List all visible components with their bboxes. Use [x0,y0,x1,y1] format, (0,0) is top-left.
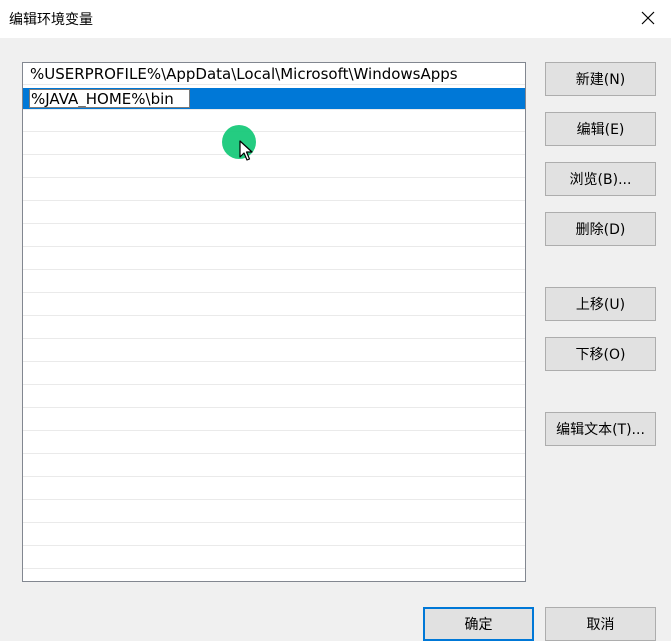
list-item[interactable] [23,248,525,270]
mouse-pointer-icon [239,140,253,161]
list-item[interactable] [23,179,525,201]
list-item[interactable] [23,110,525,132]
list-item[interactable] [23,225,525,247]
path-list[interactable]: %USERPROFILE%\AppData\Local\Microsoft\Wi… [22,62,526,582]
list-item[interactable] [23,478,525,500]
list-item[interactable] [23,340,525,362]
browse-button[interactable]: 浏览(B)... [545,162,656,196]
list-item[interactable] [23,363,525,385]
list-item[interactable] [23,501,525,523]
list-item[interactable] [23,524,525,546]
path-edit-field[interactable] [29,89,190,108]
list-item[interactable] [23,432,525,454]
window-title: 编辑环境变量 [9,12,93,28]
cancel-button[interactable]: 取消 [545,607,656,641]
list-item[interactable] [23,317,525,339]
delete-button[interactable]: 删除(D) [545,212,656,246]
close-icon [641,11,655,25]
list-item[interactable] [23,133,525,155]
list-item[interactable] [23,202,525,224]
move-down-button[interactable]: 下移(O) [545,337,656,371]
list-item[interactable] [23,294,525,316]
list-item[interactable] [23,156,525,178]
list-item[interactable] [23,409,525,431]
list-item[interactable] [23,386,525,408]
new-button[interactable]: 新建(N) [545,62,656,96]
list-item-selected[interactable] [23,88,525,110]
edit-button[interactable]: 编辑(E) [545,112,656,146]
move-up-button[interactable]: 上移(U) [545,287,656,321]
list-item[interactable] [23,455,525,477]
ok-button[interactable]: 确定 [423,607,534,641]
close-button[interactable] [625,0,671,36]
title-bar: 编辑环境变量 [0,0,671,38]
list-item[interactable] [23,547,525,569]
list-item[interactable] [23,271,525,293]
list-item-text: %USERPROFILE%\AppData\Local\Microsoft\Wi… [30,65,458,83]
edit-text-button[interactable]: 编辑文本(T)... [545,412,656,446]
list-item[interactable]: %USERPROFILE%\AppData\Local\Microsoft\Wi… [23,63,525,85]
